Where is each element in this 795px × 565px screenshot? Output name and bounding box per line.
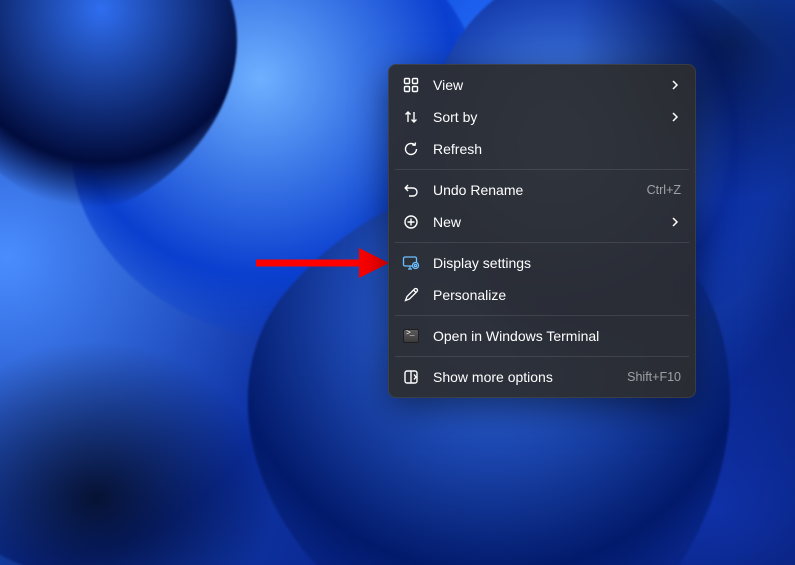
refresh-icon [401, 139, 421, 159]
more-options-icon [401, 367, 421, 387]
menu-item-label: Show more options [433, 369, 619, 385]
view-icon [401, 75, 421, 95]
menu-item-refresh[interactable]: Refresh [393, 133, 691, 165]
menu-item-undo-rename[interactable]: Undo Rename Ctrl+Z [393, 174, 691, 206]
menu-separator [395, 315, 689, 316]
personalize-icon [401, 285, 421, 305]
menu-item-sort-by[interactable]: Sort by [393, 101, 691, 133]
menu-item-label: Sort by [433, 109, 669, 125]
menu-item-show-more-options[interactable]: Show more options Shift+F10 [393, 361, 691, 393]
menu-item-shortcut: Ctrl+Z [647, 183, 681, 197]
menu-item-personalize[interactable]: Personalize [393, 279, 691, 311]
menu-item-label: Refresh [433, 141, 681, 157]
menu-item-label: Undo Rename [433, 182, 639, 198]
menu-separator [395, 169, 689, 170]
menu-separator [395, 242, 689, 243]
desktop-context-menu: View Sort by [388, 64, 696, 398]
menu-item-label: View [433, 77, 669, 93]
menu-item-label: Personalize [433, 287, 681, 303]
menu-separator [395, 356, 689, 357]
sort-icon [401, 107, 421, 127]
menu-item-label: Display settings [433, 255, 681, 271]
display-settings-icon [401, 253, 421, 273]
chevron-right-icon [669, 79, 681, 91]
menu-item-new[interactable]: New [393, 206, 691, 238]
terminal-icon [401, 326, 421, 346]
desktop-wallpaper[interactable]: View Sort by [0, 0, 795, 565]
new-icon [401, 212, 421, 232]
menu-item-label: Open in Windows Terminal [433, 328, 681, 344]
menu-item-shortcut: Shift+F10 [627, 370, 681, 384]
menu-item-view[interactable]: View [393, 69, 691, 101]
menu-item-open-terminal[interactable]: Open in Windows Terminal [393, 320, 691, 352]
chevron-right-icon [669, 111, 681, 123]
chevron-right-icon [669, 216, 681, 228]
menu-item-label: New [433, 214, 669, 230]
menu-item-display-settings[interactable]: Display settings [393, 247, 691, 279]
undo-icon [401, 180, 421, 200]
